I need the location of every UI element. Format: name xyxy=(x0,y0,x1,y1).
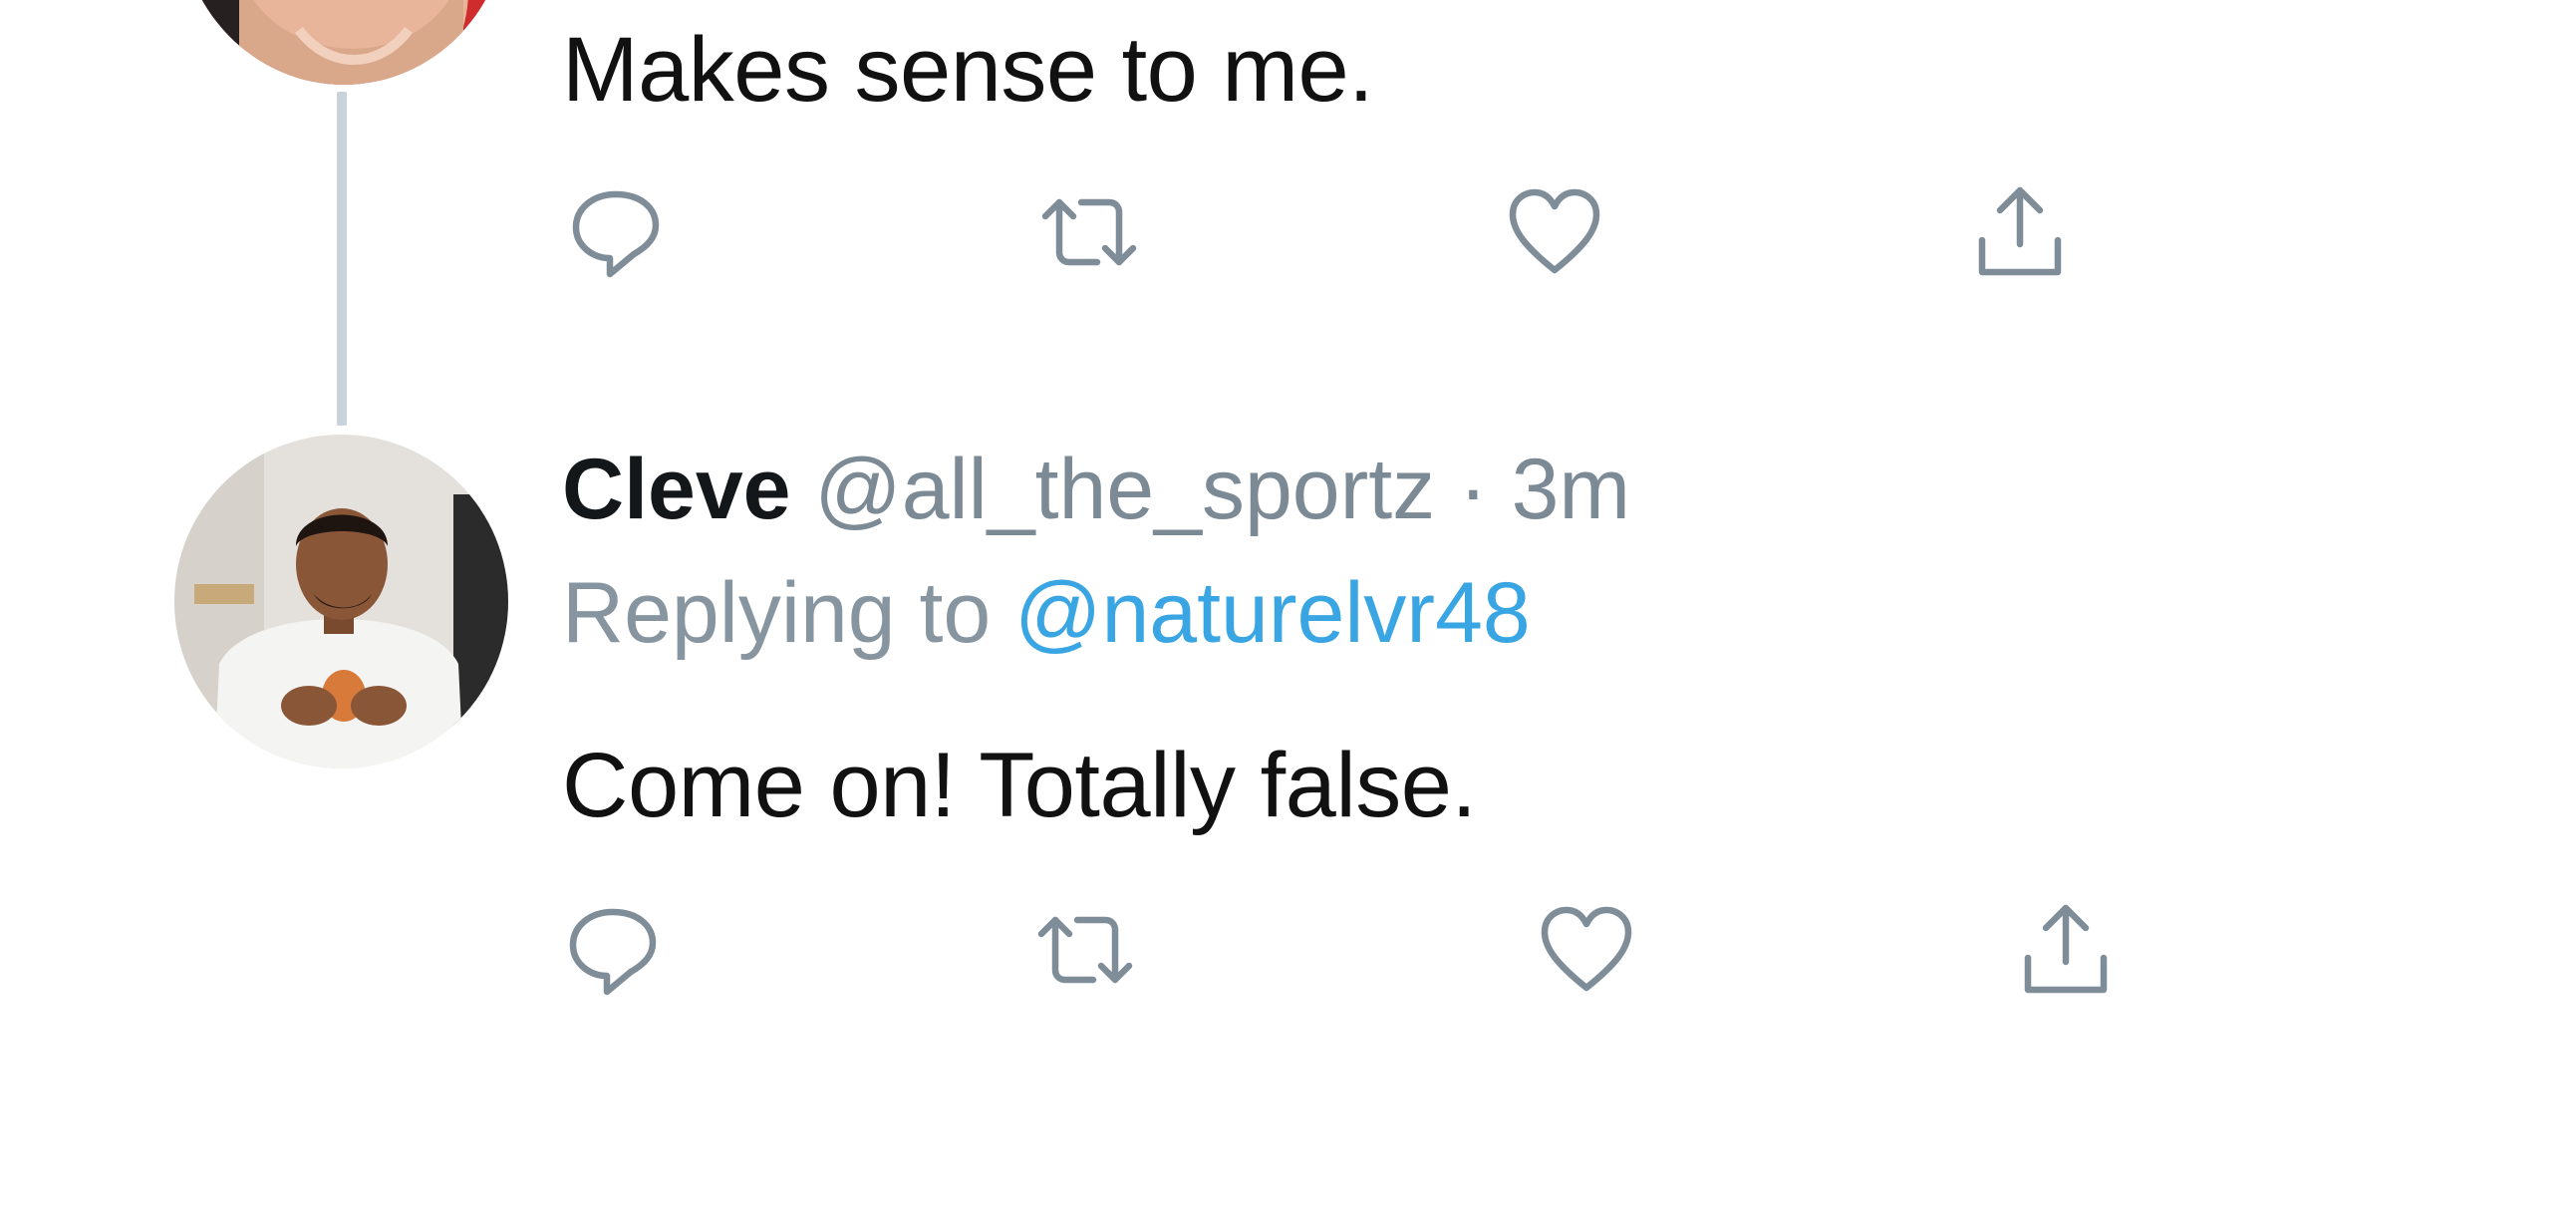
retweet-button[interactable] xyxy=(1034,177,1144,287)
retweet-icon xyxy=(1037,916,1133,984)
author-name[interactable]: Cleve xyxy=(562,442,791,537)
retweet-icon xyxy=(1041,198,1137,266)
reply-button[interactable] xyxy=(561,177,671,287)
reply-bubble-icon xyxy=(572,190,660,278)
thread-connector-line xyxy=(337,92,347,426)
replying-to: Replying to @naturelvr48 xyxy=(562,570,1531,656)
reply-bubble-icon xyxy=(569,908,657,996)
tweet-header: Cleve @all_the_sportz · 3m xyxy=(562,447,1630,532)
reply-button[interactable] xyxy=(558,895,668,1005)
heart-icon xyxy=(1541,906,1632,992)
share-icon xyxy=(2024,904,2108,994)
share-icon xyxy=(1978,186,2062,276)
tweet-text: Come on! Totally false. xyxy=(562,735,1477,836)
like-button[interactable] xyxy=(1500,177,1609,287)
like-button[interactable] xyxy=(1532,895,1641,1005)
heart-icon xyxy=(1509,188,1600,274)
author-handle-and-time: @all_the_sportz · 3m xyxy=(814,442,1631,537)
share-button[interactable] xyxy=(2011,895,2121,1005)
share-button[interactable] xyxy=(1965,177,2075,287)
avatar[interactable] xyxy=(179,0,508,85)
avatar[interactable] xyxy=(174,435,508,768)
replying-to-mention-link[interactable]: @naturelvr48 xyxy=(1014,565,1531,661)
retweet-button[interactable] xyxy=(1030,895,1140,1005)
tweet-text: Makes sense to me. xyxy=(562,19,1374,121)
replying-to-label: Replying to xyxy=(562,565,992,661)
